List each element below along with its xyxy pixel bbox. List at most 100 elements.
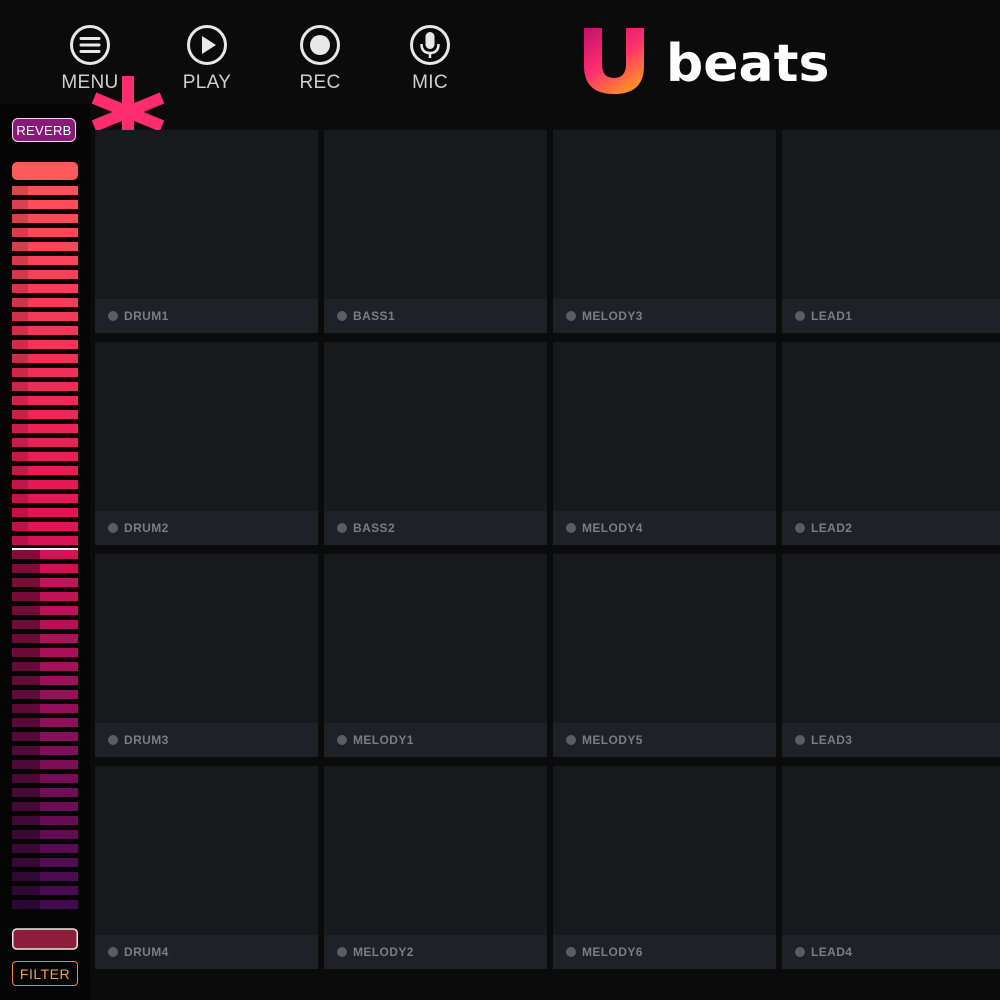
meter-segment xyxy=(12,718,40,727)
filter-button[interactable]: FILTER xyxy=(12,961,78,986)
pad-melody4[interactable]: MELODY4 xyxy=(553,342,776,545)
meter-segment xyxy=(28,228,78,237)
pad-footer: MELODY6 xyxy=(553,935,776,969)
pad-footer: LEAD3 xyxy=(782,723,1000,757)
meter-segment xyxy=(12,410,28,419)
pad-melody3[interactable]: MELODY3 xyxy=(553,130,776,333)
pad-label: BASS2 xyxy=(353,521,396,535)
pad-status-dot-icon xyxy=(795,947,805,957)
meter-segment xyxy=(12,326,28,335)
pad-drum3[interactable]: DRUM3 xyxy=(95,554,318,757)
meter-segment xyxy=(12,774,40,783)
pad-footer: LEAD4 xyxy=(782,935,1000,969)
meter-segment xyxy=(12,424,28,433)
effect-slider[interactable] xyxy=(12,162,78,952)
pad-footer: BASS2 xyxy=(324,511,547,545)
pad-bass2[interactable]: BASS2 xyxy=(324,342,547,545)
meter-segment xyxy=(12,676,40,685)
meter-segment xyxy=(12,396,28,405)
meter-segment xyxy=(40,592,78,601)
meter-segment xyxy=(12,872,40,881)
meter-segment xyxy=(28,256,78,265)
microphone-icon xyxy=(410,25,450,65)
pad-melody5[interactable]: MELODY5 xyxy=(553,554,776,757)
mic-button[interactable]: MIC xyxy=(385,24,475,104)
meter-segment xyxy=(12,648,40,657)
meter-segment xyxy=(12,466,28,475)
meter-segment xyxy=(12,214,28,223)
pad-lead1[interactable]: LEAD1 xyxy=(782,130,1000,333)
pad-label: DRUM2 xyxy=(124,521,169,535)
menu-icon xyxy=(70,25,110,65)
pad-footer: DRUM1 xyxy=(95,299,318,333)
record-button[interactable]: REC xyxy=(275,24,365,104)
meter-segment xyxy=(12,438,28,447)
meter-segment xyxy=(28,438,78,447)
meter-segment xyxy=(40,760,78,769)
pad-status-dot-icon xyxy=(108,947,118,957)
pad-footer: MELODY5 xyxy=(553,723,776,757)
meter-segment xyxy=(12,662,40,671)
pad-bass1[interactable]: BASS1 xyxy=(324,130,547,333)
pad-drum2[interactable]: DRUM2 xyxy=(95,342,318,545)
meter-segment xyxy=(40,606,78,615)
pad-status-dot-icon xyxy=(566,735,576,745)
pad-status-dot-icon xyxy=(337,947,347,957)
meter-segment xyxy=(28,396,78,405)
meter-segment xyxy=(12,886,40,895)
pad-melody2[interactable]: MELODY2 xyxy=(324,766,547,969)
meter-segment xyxy=(28,312,78,321)
pad-drum1[interactable]: DRUM1 xyxy=(95,130,318,333)
meter-segment xyxy=(28,214,78,223)
pad-label: MELODY2 xyxy=(353,945,414,959)
pad-status-dot-icon xyxy=(566,947,576,957)
meter-segment xyxy=(28,200,78,209)
pad-lead4[interactable]: LEAD4 xyxy=(782,766,1000,969)
meter-segment xyxy=(12,480,28,489)
meter-segment xyxy=(40,648,78,657)
meter-segment xyxy=(40,844,78,853)
pad-status-dot-icon xyxy=(337,735,347,745)
pad-footer: DRUM2 xyxy=(95,511,318,545)
meter-segment xyxy=(12,228,28,237)
reverb-button[interactable]: REVERB xyxy=(12,118,76,142)
meter-segment xyxy=(28,340,78,349)
play-button[interactable]: PLAY xyxy=(162,24,252,104)
meter-segment xyxy=(12,522,28,531)
meter-top-cap xyxy=(12,162,78,180)
meter-segment xyxy=(12,494,28,503)
meter-segment xyxy=(40,634,78,643)
meter-segment xyxy=(12,242,28,251)
meter-segment xyxy=(40,900,78,909)
meter-segment xyxy=(40,802,78,811)
meter-segment xyxy=(12,550,40,559)
pad-footer: DRUM4 xyxy=(95,935,318,969)
meter-segment xyxy=(12,606,40,615)
pad-melody6[interactable]: MELODY6 xyxy=(553,766,776,969)
pad-drum4[interactable]: DRUM4 xyxy=(95,766,318,969)
meter-segment xyxy=(12,844,40,853)
meter-segment xyxy=(28,382,78,391)
meter-segment xyxy=(40,788,78,797)
pad-label: MELODY5 xyxy=(582,733,643,747)
meter-segment xyxy=(40,746,78,755)
meter-segment xyxy=(40,886,78,895)
meter-segment xyxy=(28,368,78,377)
pad-lead3[interactable]: LEAD3 xyxy=(782,554,1000,757)
meter-segment xyxy=(12,200,28,209)
meter-segment xyxy=(12,760,40,769)
pad-label: BASS1 xyxy=(353,309,396,323)
mic-label: MIC xyxy=(412,72,448,93)
meter-segment xyxy=(40,676,78,685)
meter-segment xyxy=(40,830,78,839)
pad-status-dot-icon xyxy=(795,523,805,533)
pad-lead2[interactable]: LEAD2 xyxy=(782,342,1000,545)
pad-melody1[interactable]: MELODY1 xyxy=(324,554,547,757)
pad-status-dot-icon xyxy=(566,311,576,321)
meter-segment xyxy=(40,662,78,671)
slider-handle[interactable] xyxy=(12,928,78,950)
pad-status-dot-icon xyxy=(108,735,118,745)
meter-segment xyxy=(12,634,40,643)
meter-segment xyxy=(28,494,78,503)
meter-segment xyxy=(12,312,28,321)
